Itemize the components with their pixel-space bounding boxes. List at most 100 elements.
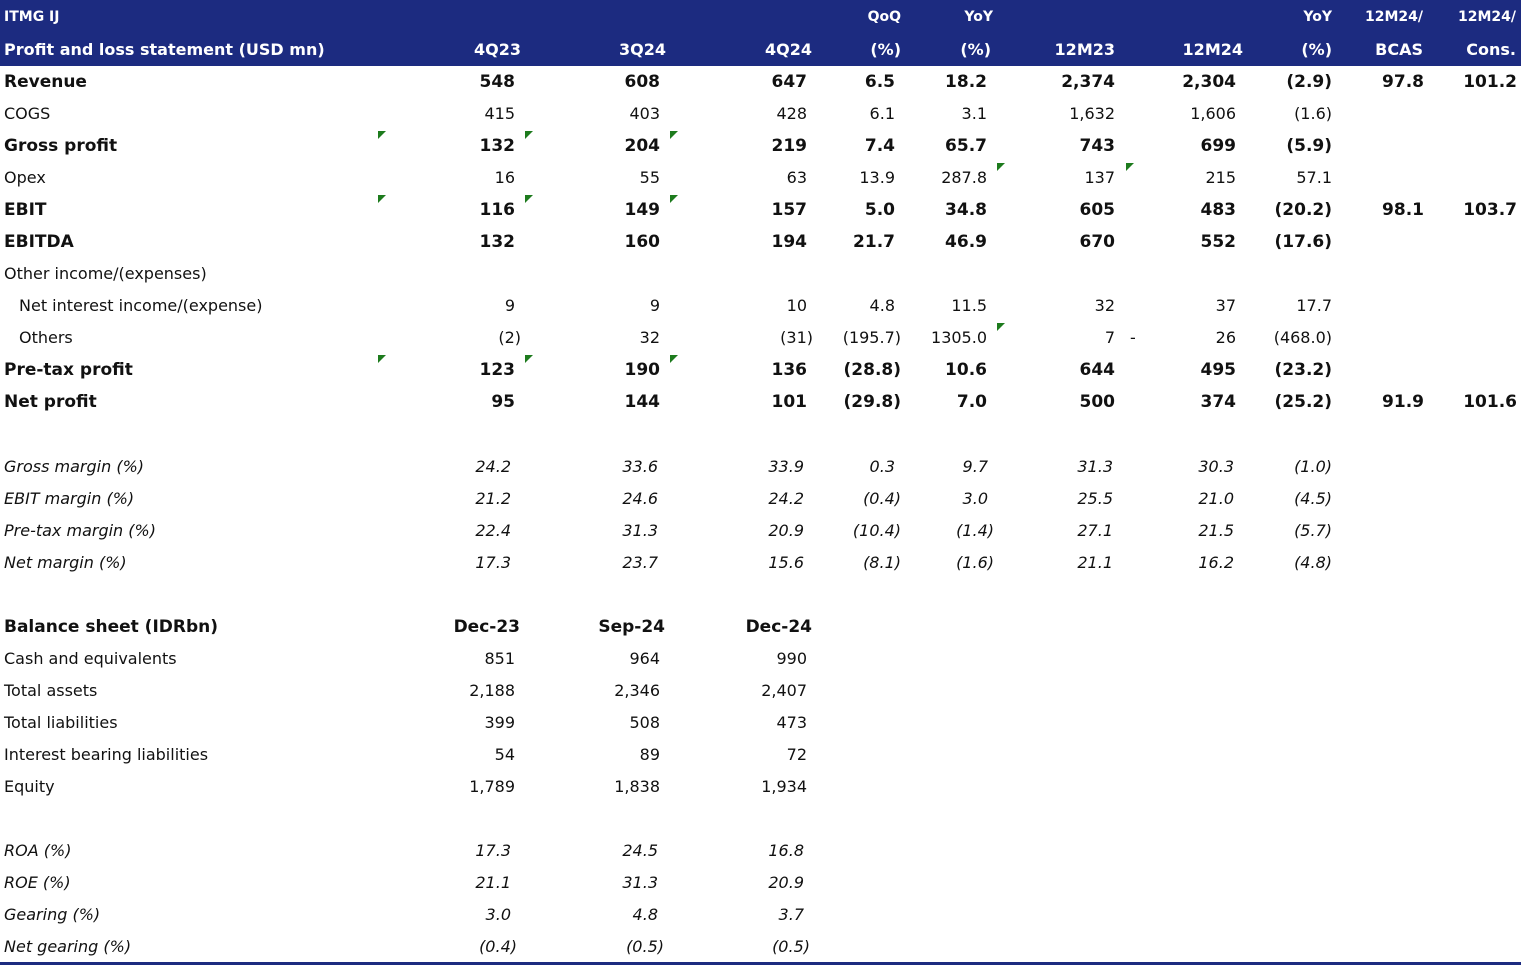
cell: 160 — [624, 232, 661, 252]
cell: 25.5 — [1077, 489, 1113, 508]
cell: 3.0 — [485, 905, 511, 924]
cell: (8.1) — [863, 553, 901, 572]
cell: 32 — [639, 328, 660, 347]
cell: 644 — [1079, 360, 1116, 380]
col-header-3q24: 3Q24 — [619, 40, 666, 59]
section-title: Balance sheet (IDRbn) — [4, 617, 219, 637]
cell: 699 — [1200, 136, 1237, 156]
cell: (31) — [780, 328, 813, 347]
row-label: ROA (%) — [4, 841, 72, 860]
col-header-qoq-bottom: (%) — [870, 40, 901, 59]
cell: 5.0 — [864, 200, 895, 220]
cell: 20.9 — [768, 521, 804, 540]
cell: (1.6) — [1294, 104, 1332, 123]
cell-comment-flag — [525, 131, 533, 139]
cell: 144 — [624, 392, 661, 412]
cell: 13.9 — [859, 168, 895, 187]
cell: 21.1 — [1077, 553, 1113, 572]
cell: 149 — [624, 200, 661, 220]
table-title: Profit and loss statement (USD mn) — [4, 40, 325, 59]
col-header-cons-bottom: Cons. — [1466, 40, 1516, 59]
cell: 4.8 — [632, 905, 658, 924]
table-row: Other income/(expenses) — [0, 259, 1521, 291]
col-header-12m23: 12M23 — [1054, 40, 1115, 59]
cell: (28.8) — [843, 360, 901, 380]
cell: 2,346 — [614, 681, 660, 700]
cell: 7 — [1104, 328, 1115, 347]
row-label: Gearing (%) — [4, 905, 101, 924]
cell: 508 — [629, 713, 660, 732]
table-row: EBITDA 132 160 194 21.7 46.9 670 552 (17… — [0, 227, 1521, 259]
table-row: Revenue 548 608 647 6.5 18.2 2,374 2,304… — [0, 67, 1521, 99]
row-label: Net interest income/(expense) — [19, 296, 263, 315]
cell: 215 — [1205, 168, 1236, 187]
col-header-4q24: 4Q24 — [765, 40, 812, 59]
cell: 132 — [479, 136, 516, 156]
row-label: EBITDA — [4, 232, 74, 252]
cell: 37 — [1215, 296, 1236, 315]
cell: 57.1 — [1296, 168, 1332, 187]
cell: 6.5 — [864, 72, 895, 92]
cell: 9 — [504, 296, 515, 315]
cell-comment-flag — [525, 355, 533, 363]
cell: 23.7 — [622, 553, 658, 572]
cell: 18.2 — [945, 72, 987, 92]
cell: 24.5 — [622, 841, 658, 860]
table-row: Total assets 2,188 2,346 2,407 — [0, 676, 1521, 708]
cell: 21.2 — [475, 489, 511, 508]
cell: 97.8 — [1382, 72, 1424, 92]
cell: 21.7 — [853, 232, 895, 252]
cell: 1,789 — [469, 777, 515, 796]
table-row: Net profit 95 144 101 (29.8) 7.0 500 374… — [0, 387, 1521, 419]
cell: 136 — [771, 360, 808, 380]
cell: 964 — [629, 649, 660, 668]
row-label: Total liabilities — [4, 713, 118, 732]
cell: 0.3 — [869, 457, 895, 476]
cell: 219 — [771, 136, 808, 156]
row-label: Equity — [4, 777, 55, 796]
col-header-bcas-top: 12M24/ — [1364, 9, 1423, 25]
cell: 101.6 — [1463, 392, 1517, 412]
col-header-dec23: Dec-23 — [453, 617, 520, 637]
cell: (468.0) — [1273, 328, 1332, 347]
cell: 65.7 — [945, 136, 987, 156]
cell: 24.6 — [622, 489, 658, 508]
cell: 403 — [629, 104, 660, 123]
cell: 24.2 — [768, 489, 804, 508]
cell: 2,374 — [1061, 72, 1115, 92]
cell: 743 — [1079, 136, 1116, 156]
cell: 33.9 — [768, 457, 804, 476]
col-header-bcas-bottom: BCAS — [1375, 40, 1423, 59]
row-label: Pre-tax margin (%) — [4, 521, 156, 540]
cell: 26 — [1215, 328, 1236, 347]
cell: 95 — [491, 392, 515, 412]
row-label: EBIT margin (%) — [4, 489, 135, 508]
row-label: Revenue — [4, 72, 87, 92]
cell: 10 — [786, 296, 807, 315]
cell: 17.3 — [475, 553, 511, 572]
row-label: Net margin (%) — [4, 553, 127, 572]
row-label: Other income/(expenses) — [4, 264, 207, 283]
table-row: EBIT 116 149 157 5.0 34.8 605 483 (20.2)… — [0, 195, 1521, 227]
cell: 1305.0 — [931, 328, 987, 347]
cell: 204 — [624, 136, 661, 156]
cell: 31.3 — [1077, 457, 1113, 476]
cell: 399 — [484, 713, 515, 732]
cell: 9.7 — [962, 457, 988, 476]
cell: (17.6) — [1274, 232, 1332, 252]
cell: 32 — [1094, 296, 1115, 315]
cell: 101.2 — [1463, 72, 1517, 92]
col-header-yoy-bottom: (%) — [960, 40, 991, 59]
cell: 7.0 — [956, 392, 987, 412]
table-row: Net gearing (%) (0.4) (0.5) (0.5) — [0, 932, 1521, 964]
cell: 27.1 — [1077, 521, 1113, 540]
cell: 89 — [639, 745, 660, 764]
table-row: Opex 16 55 63 13.9 287.8 137 215 57.1 — [0, 163, 1521, 195]
col-header-qoq-top: QoQ — [867, 9, 901, 25]
table-row: ROA (%) 17.3 24.5 16.8 — [0, 836, 1521, 868]
cell-comment-flag — [670, 195, 678, 203]
row-label: Net profit — [4, 392, 97, 412]
cell: 495 — [1200, 360, 1237, 380]
cell: 116 — [479, 200, 516, 220]
cell: 194 — [771, 232, 808, 252]
